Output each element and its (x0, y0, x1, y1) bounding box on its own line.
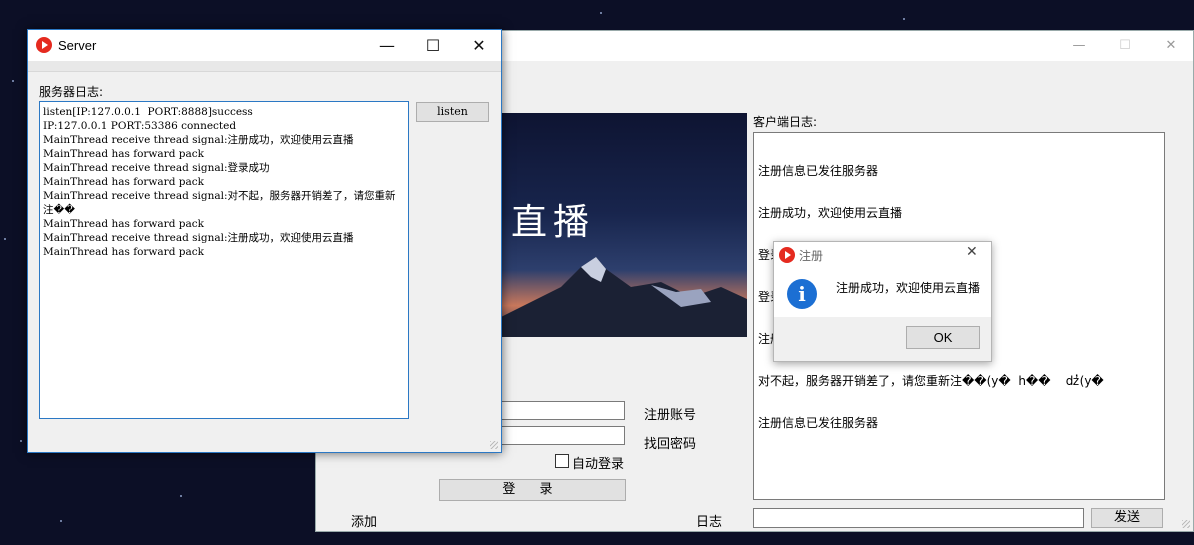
resize-grip[interactable] (1182, 520, 1190, 528)
recover-password-link[interactable]: 找回密码 (644, 433, 696, 452)
dialog-title: 注册 (799, 249, 824, 263)
server-log-line: MainThread receive thread signal:对不起，服务器… (43, 190, 396, 216)
client-log-line: 对不起，服务器开销差了，请您重新注��(y� h�� ǳ̓(y� (758, 374, 1104, 388)
server-log-textarea[interactable]: listen[IP:127.0.0.1 PORT:8888]success IP… (39, 101, 409, 419)
send-button[interactable]: 发送 (1091, 508, 1163, 528)
server-log-line: MainThread receive thread signal:注册成功，欢迎… (43, 232, 354, 244)
server-titlebar: Server — ☐ ✕ (28, 30, 501, 61)
client-log-label: 客户端日志: (753, 115, 818, 129)
client-close-button[interactable]: ✕ (1148, 31, 1194, 61)
resize-grip[interactable] (490, 441, 498, 449)
log-label: 日志 (696, 515, 723, 530)
star (20, 440, 22, 442)
banner-image: 直播 (501, 113, 747, 337)
server-maximize-button[interactable]: ☐ (410, 30, 456, 61)
server-log-line: MainThread receive thread signal:登录成功 (43, 162, 270, 174)
client-log-line: 注册信息已发往服务器 (758, 416, 879, 430)
listen-button[interactable]: listen (416, 102, 489, 122)
ok-button[interactable]: OK (906, 326, 980, 349)
server-log-line: MainThread has forward pack (43, 246, 204, 258)
star (903, 18, 905, 20)
auto-login-checkbox[interactable] (555, 454, 569, 468)
star (12, 80, 14, 82)
password-input[interactable] (501, 426, 625, 445)
server-log-line: MainThread has forward pack (43, 148, 204, 160)
dialog-message: 注册成功，欢迎使用云直播 (836, 281, 981, 295)
star (180, 495, 182, 497)
server-log-line: IP:127.0.0.1 PORT:53386 connected (43, 120, 237, 132)
message-dialog: 注册 ✕ i 注册成功，欢迎使用云直播 OK (773, 241, 992, 362)
server-log-line: listen[IP:127.0.0.1 PORT:8888]success (43, 106, 253, 118)
register-link[interactable]: 注册账号 (644, 404, 696, 423)
server-log-line: MainThread has forward pack (43, 218, 204, 230)
star (600, 12, 602, 14)
server-window-title: Server (58, 38, 97, 53)
server-log-label: 服务器日志: (39, 85, 104, 99)
server-window: Server — ☐ ✕ 服务器日志: listen[IP:127.0.0.1 … (27, 29, 502, 453)
client-log-line: 注册信息已发往服务器 (758, 164, 879, 178)
login-button[interactable]: 登 录 (439, 479, 626, 501)
message-input[interactable] (753, 508, 1084, 528)
add-button[interactable]: 添加 (351, 511, 377, 530)
client-maximize-button[interactable]: ☐ (1102, 31, 1148, 61)
server-minimize-button[interactable]: — (364, 30, 410, 61)
info-icon: i (787, 279, 817, 309)
star (60, 520, 62, 522)
app-icon (36, 37, 52, 53)
menu-strip (28, 61, 501, 72)
server-log-line: MainThread receive thread signal:注册成功，欢迎… (43, 134, 354, 146)
banner-text: 直播 (511, 202, 596, 243)
client-log-line: 注册成功，欢迎使用云直播 (758, 206, 903, 220)
client-minimize-button[interactable]: — (1056, 31, 1102, 61)
star (4, 238, 6, 240)
server-log-line: MainThread has forward pack (43, 176, 204, 188)
auto-login-label: 自动登录 (572, 457, 625, 472)
server-close-button[interactable]: ✕ (456, 30, 502, 61)
dialog-content: 注册 ✕ i 注册成功，欢迎使用云直播 (774, 242, 991, 317)
account-input[interactable] (501, 401, 625, 420)
app-icon (779, 247, 795, 263)
dialog-close-button[interactable]: ✕ (966, 244, 978, 260)
